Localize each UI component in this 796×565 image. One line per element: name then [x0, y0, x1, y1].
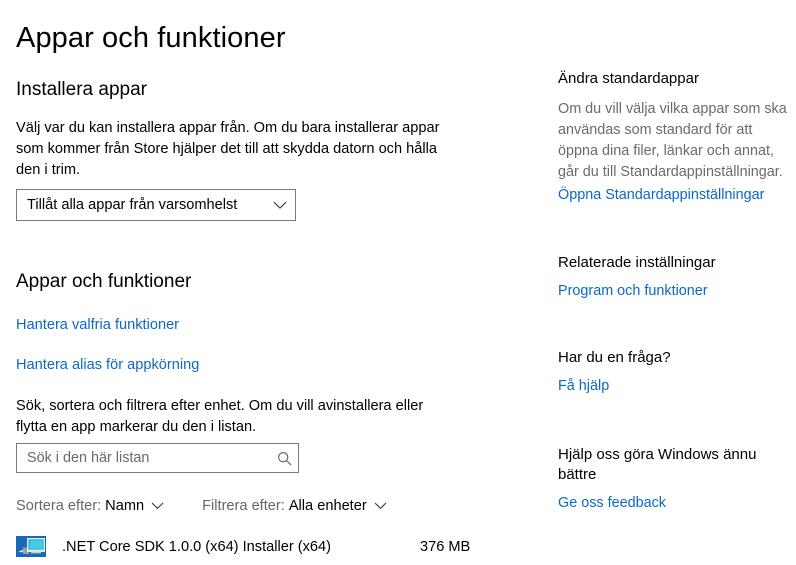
page-title: Appar och funktioner [16, 22, 286, 54]
link-programs-and-features[interactable]: Program och funktioner [558, 281, 708, 301]
aside-default-apps-line-3: öppna dina filer, länkar och annat, [558, 143, 775, 159]
apps-list-description: Sök, sortera och filtrera efter enhet. O… [16, 398, 424, 435]
aside-default-apps-line-1: Om du vill välja vilka appar som ska [558, 101, 787, 117]
installer-package-icon [16, 536, 48, 558]
install-source-dropdown-value: Tillåt alla appar från varsomhelst [27, 197, 238, 213]
main-content-column: Appar och funktioner Installera appar Vä… [16, 0, 536, 557]
link-give-us-feedback[interactable]: Ge oss feedback [558, 493, 666, 513]
install-source-dropdown[interactable]: Tillåt alla appar från varsomhelst [16, 189, 296, 221]
table-row[interactable]: .NET Core SDK 1.0.0 (x64) Installer (x64… [16, 532, 516, 562]
aside-default-apps-line-4: går du till Standardappinställningar. [558, 164, 783, 180]
link-manage-app-execution-aliases[interactable]: Hantera alias för appkörning [16, 355, 199, 375]
aside-heading-have-a-question: Har du en fråga? [558, 349, 671, 366]
search-input[interactable] [27, 450, 271, 466]
link-get-help[interactable]: Få hjälp [558, 376, 609, 396]
settings-apps-and-features-page: Appar och funktioner Installera appar Vä… [0, 0, 796, 559]
chevron-down-icon [374, 502, 387, 510]
app-size: 376 MB [420, 539, 471, 555]
sort-by-dropdown[interactable]: Sortera efter: Namn [16, 497, 164, 515]
filter-by-dropdown[interactable]: Filtrera efter: Alla enheter [202, 497, 387, 515]
filter-by-value: Alla enheter [288, 498, 367, 514]
aside-default-apps-line-2: användas som standard för att [558, 122, 753, 138]
aside-heading-related-settings: Relaterade inställningar [558, 254, 716, 271]
chevron-down-icon [151, 502, 164, 510]
sort-by-label: Sortera efter: [16, 498, 102, 514]
sort-filter-row: Sortera efter: Namn Filtrera efter: Alla… [16, 497, 387, 515]
app-name: .NET Core SDK 1.0.0 (x64) Installer (x64… [62, 539, 332, 555]
search-icon[interactable] [277, 451, 292, 466]
section-heading-install-apps: Installera appar [16, 79, 147, 100]
filter-by-label: Filtrera efter: [202, 498, 285, 514]
link-manage-optional-features[interactable]: Hantera valfria funktioner [16, 315, 179, 335]
sort-by-value: Namn [105, 498, 145, 514]
aside-heading-feedback-line-2: bättre [558, 466, 597, 483]
aside-heading-feedback-line-1: Hjälp oss göra Windows ännu [558, 446, 757, 463]
search-box[interactable] [16, 443, 299, 473]
aside-heading-change-default-apps: Ändra standardappar [558, 70, 699, 87]
install-apps-description: Välj var du kan installera appar från. O… [16, 120, 440, 178]
chevron-down-icon [263, 201, 287, 210]
section-heading-apps-and-features: Appar och funktioner [16, 271, 192, 292]
link-open-default-app-settings[interactable]: Öppna Standardappinställningar [558, 185, 764, 205]
